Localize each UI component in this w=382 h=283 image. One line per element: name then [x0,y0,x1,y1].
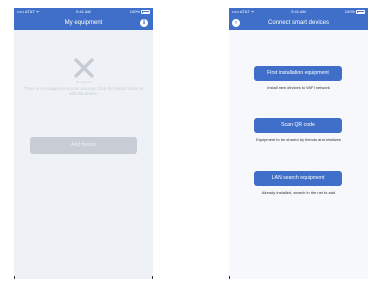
nav-bar: ‹ Connect smart devices [229,16,368,30]
empty-message: There is no equipment in your account. C… [23,86,144,96]
battery-status: 100% [130,8,150,16]
empty-equipment-icon [73,58,94,78]
screen-edge-mark [14,276,15,279]
lan-search-button[interactable]: LAN search equipment [254,171,342,186]
scan-qr-button[interactable]: Scan QR code [254,118,342,133]
battery-percent: 100% [129,9,140,14]
add-device-button[interactable]: Add device [30,137,137,154]
first-installation-description: Install new devices to WIFI network [267,85,330,90]
page-title: Connect smart devices [267,20,330,26]
battery-percent: 100% [344,9,355,14]
lan-search-description: Already installed, search in the net to … [261,190,336,195]
connect-devices-screen: ••••• AT&T ᯤ 9:41 AM 100% ‹ Connect smar… [229,8,368,279]
scan-qr-description: Equipment to be shared by friends and re… [256,137,341,142]
status-bar: ••••• AT&T ᯤ 9:41 AM 100% [14,8,153,16]
battery-icon [356,10,365,14]
battery-icon [141,10,150,14]
screen-edge-mark [152,276,153,279]
my-equipment-screen: ••••• AT&T ᯤ 9:41 AM 100% My equipment i… [14,8,153,279]
first-installation-button[interactable]: First installation equipment [254,66,342,81]
status-bar: ••••• AT&T ᯤ 9:41 AM 100% [229,8,368,16]
options-list: First installation equipment Install new… [229,30,368,279]
screen-edge-mark [229,276,230,279]
battery-status: 100% [345,8,365,16]
empty-caption: No equipment [76,81,91,84]
empty-state: No equipment There is no equipment in yo… [14,30,153,279]
nav-bar: My equipment i [14,16,153,30]
info-icon[interactable]: i [140,19,148,27]
page-title: My equipment [64,20,103,26]
